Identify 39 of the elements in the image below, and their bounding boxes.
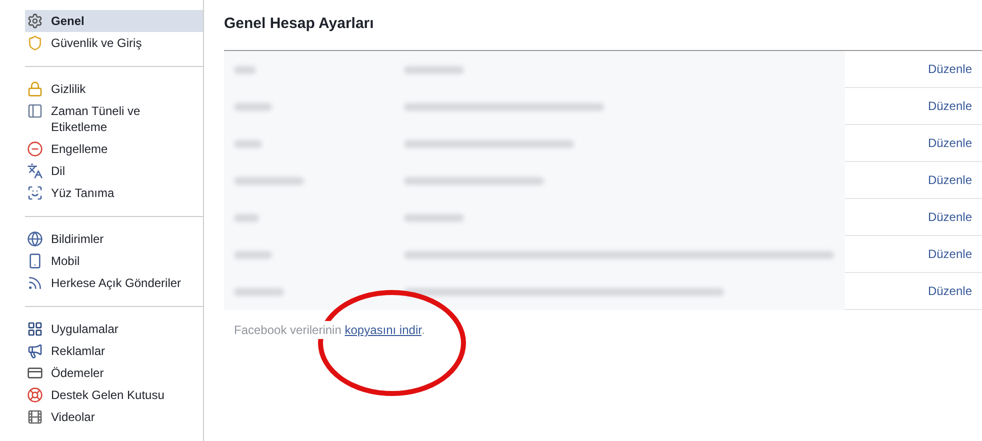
film-icon	[27, 409, 43, 425]
edit-link[interactable]: Düzenle	[928, 245, 972, 263]
edit-link[interactable]: Düzenle	[928, 60, 972, 78]
sidebar-item[interactable]: Mobil	[25, 250, 203, 272]
rss-icon	[27, 275, 43, 291]
edit-link[interactable]: Düzenle	[928, 282, 972, 300]
globe-icon	[27, 231, 43, 247]
card-icon	[27, 365, 43, 381]
download-text: Facebook verilerinin kopyasını indir.	[234, 321, 425, 339]
phone-icon	[27, 253, 43, 269]
sidebar-item[interactable]: Reklamlar	[25, 340, 203, 362]
download-link[interactable]: kopyasını indir	[344, 323, 422, 337]
sidebar-item[interactable]: Uygulamalar	[25, 318, 203, 340]
edit-link[interactable]: Düzenle	[928, 208, 972, 226]
grid-icon	[27, 321, 43, 337]
gear-icon	[27, 13, 43, 29]
edit-link[interactable]: Düzenle	[928, 171, 972, 189]
sidebar-item[interactable]: Engelleme	[25, 138, 203, 160]
edit-link[interactable]: Düzenle	[928, 134, 972, 152]
sidebar-item[interactable]: Herkese Açık Gönderiler	[25, 272, 203, 294]
sidebar-item[interactable]: Videolar	[25, 406, 203, 428]
sidebar-item[interactable]: Destek Gelen Kutusu	[25, 384, 203, 406]
lock-icon	[27, 81, 43, 97]
block-icon	[27, 141, 43, 157]
lifebuoy-icon	[27, 387, 43, 403]
sidebar-item[interactable]: Gizlilik	[25, 78, 203, 100]
sidebar-item[interactable]: Genel	[25, 10, 203, 32]
face-icon	[27, 185, 43, 201]
sidebar-item[interactable]: Zaman Tüneli ve Etiketleme	[25, 100, 203, 138]
megaphone-icon	[27, 343, 43, 359]
page-title: Genel Hesap Ayarları	[224, 14, 375, 34]
language-icon	[27, 163, 43, 179]
shield-icon	[27, 35, 43, 51]
edit-link[interactable]: Düzenle	[928, 97, 972, 115]
sidebar-item[interactable]: Ödemeler	[25, 362, 203, 384]
sidebar-item[interactable]: Bildirimler	[25, 228, 203, 250]
sidebar-item[interactable]: Dil	[25, 160, 203, 182]
sidebar-item[interactable]: Yüz Tanıma	[25, 182, 203, 204]
sidebar-item[interactable]: Güvenlik ve Giriş	[25, 32, 203, 54]
